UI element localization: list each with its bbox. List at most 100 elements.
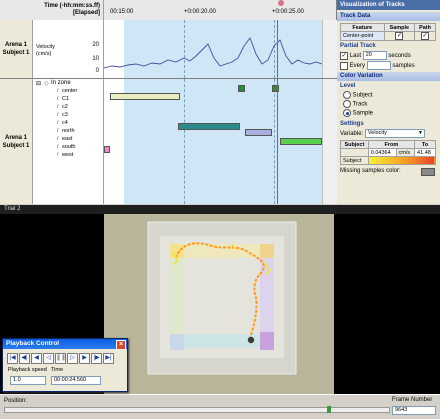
zone-name: c2 xyxy=(62,104,68,110)
feature-name: Center-point xyxy=(340,31,385,41)
time-input[interactable]: 00:00:24.560 xyxy=(51,376,101,385)
collapse-toggle[interactable]: ⊟ xyxy=(36,80,41,87)
zone-bar-south[interactable] xyxy=(280,138,322,145)
radio-label: Sample xyxy=(352,110,374,117)
pause-button[interactable]: ❚❚ xyxy=(55,353,66,364)
every-label: Every xyxy=(349,63,366,70)
frame-number-field[interactable]: 9643 xyxy=(392,406,436,415)
velocity-scrollbar[interactable] xyxy=(322,20,337,78)
position-slider[interactable] xyxy=(4,406,390,413)
every-input[interactable] xyxy=(366,61,391,70)
last-unit: seconds xyxy=(388,53,411,60)
visualization-panel: Visualization of Tracks Track Data Featu… xyxy=(337,0,440,204)
playback-dialog: Playback Control × |◀ ◀| ◀ ◁ ❚❚ ▷ ▶ |▶ ▶… xyxy=(2,338,128,392)
fast-forward-button[interactable]: ▶ xyxy=(79,353,90,364)
level-heading: Level xyxy=(340,83,356,89)
zone-south-overlay xyxy=(172,334,272,348)
gridline xyxy=(184,79,185,204)
variable-value: Velocity xyxy=(367,130,387,136)
rewind-button[interactable]: ◀ xyxy=(31,353,42,364)
table-header: To xyxy=(414,140,436,149)
zone-item-c4[interactable]: / c4 xyxy=(57,120,68,126)
y-tick: 0 xyxy=(95,68,99,74)
step-forward-button[interactable]: |▶ xyxy=(91,353,102,364)
radio-track[interactable] xyxy=(343,100,351,108)
zone-bar-east[interactable] xyxy=(245,129,272,136)
every-checkbox[interactable] xyxy=(340,61,348,70)
section-color-variation[interactable]: Color Variation xyxy=(337,72,440,81)
zone-bar-center[interactable] xyxy=(110,93,180,100)
zone-item-south[interactable]: / south xyxy=(57,144,75,150)
time-label: Time xyxy=(51,367,64,373)
zone-north-overlay xyxy=(172,244,272,258)
range-to[interactable]: 41.48 xyxy=(414,148,436,157)
playhead-marker[interactable] xyxy=(278,0,284,6)
zone-group-label: In zone xyxy=(51,80,71,86)
zone-item-c2[interactable]: / c2 xyxy=(57,104,68,110)
section-track-data[interactable]: Track Data xyxy=(337,12,440,21)
tick-label: +0:00:25.00 xyxy=(272,9,304,15)
level-option-sample[interactable]: Sample xyxy=(343,109,434,117)
zone-name: c4 xyxy=(62,120,68,126)
zone-item-west[interactable]: / west xyxy=(57,152,73,158)
playback-title: Playback Control xyxy=(6,340,60,347)
zone-name: east xyxy=(62,136,73,142)
color-gradient-bar[interactable] xyxy=(367,156,437,165)
level-option-track[interactable]: Track xyxy=(343,100,434,108)
radio-sample[interactable] xyxy=(343,109,351,117)
velocity-series-line xyxy=(104,37,322,69)
every-unit: samples xyxy=(392,63,415,70)
last-label: Last xyxy=(349,53,362,60)
frame-label: Frame Number xyxy=(392,397,433,403)
sample-checkbox-cell[interactable]: ✓ xyxy=(383,31,416,41)
zone-group-icon: ◇ xyxy=(44,81,49,87)
path-checkbox-cell[interactable]: ✓ xyxy=(414,31,436,41)
zone-item-c3[interactable]: / c3 xyxy=(57,112,68,118)
zone-name: c3 xyxy=(62,112,68,118)
corner-zone-overlay xyxy=(170,334,184,350)
speed-input[interactable]: 1.0 xyxy=(10,376,46,385)
zone-bar-west[interactable] xyxy=(104,146,110,153)
skip-to-start-button[interactable]: |◀ xyxy=(7,353,18,364)
last-row: ✓ Last 20 seconds xyxy=(340,51,437,60)
zone-item-center[interactable]: / center xyxy=(57,88,77,94)
zone-name: C1 xyxy=(62,96,70,102)
level-option-subject[interactable]: Subject xyxy=(343,91,434,99)
table-header: Subject xyxy=(340,140,369,149)
missing-color-swatch[interactable] xyxy=(421,168,435,176)
video-titlebar: Trial 2 xyxy=(0,205,440,214)
playback-titlebar: Playback Control × xyxy=(3,339,127,350)
radio-label: Track xyxy=(352,101,368,108)
gridline xyxy=(274,79,275,204)
zone-bar-c1[interactable] xyxy=(238,85,245,92)
time-ruler[interactable]: 00:15:00 +0:00:20.00 +0:00:25.00 xyxy=(104,0,336,20)
zone-item-east[interactable]: / east xyxy=(57,136,72,142)
position-thumb[interactable] xyxy=(327,406,331,413)
play-reverse-button[interactable]: ◁ xyxy=(43,353,54,364)
time-header-text: Time (-hh:mm:ss.ff) xyxy=(44,3,100,9)
range-from[interactable]: 0.04364 xyxy=(367,148,397,157)
step-back-button[interactable]: ◀| xyxy=(19,353,30,364)
zone-plot[interactable] xyxy=(104,79,322,204)
skip-to-end-button[interactable]: ▶| xyxy=(103,353,114,364)
variable-select[interactable]: Velocity ▼ xyxy=(364,129,425,138)
velocity-plot[interactable] xyxy=(104,20,322,78)
zone-bar-north[interactable] xyxy=(178,123,240,130)
sample-checkbox[interactable]: ✓ xyxy=(395,32,404,40)
path-checkbox[interactable]: ✓ xyxy=(421,32,430,40)
radio-subject[interactable] xyxy=(343,91,351,99)
panel-title: Visualization of Tracks xyxy=(337,0,440,10)
zone-name: west xyxy=(62,152,74,158)
y-tick: 10 xyxy=(92,56,99,62)
close-icon[interactable]: × xyxy=(116,340,126,350)
zone-scrollbar[interactable] xyxy=(322,79,337,204)
zone-name: center xyxy=(62,88,78,94)
last-checkbox[interactable]: ✓ xyxy=(340,51,348,60)
zone-item-north[interactable]: / north xyxy=(57,128,75,134)
last-input[interactable]: 20 xyxy=(362,51,387,60)
play-button[interactable]: ▷ xyxy=(67,353,78,364)
table-header: Feature xyxy=(340,23,385,32)
table-header: From xyxy=(367,140,416,149)
zone-item-c1[interactable]: / C1 xyxy=(57,96,69,102)
settings-heading: Settings xyxy=(340,121,364,127)
